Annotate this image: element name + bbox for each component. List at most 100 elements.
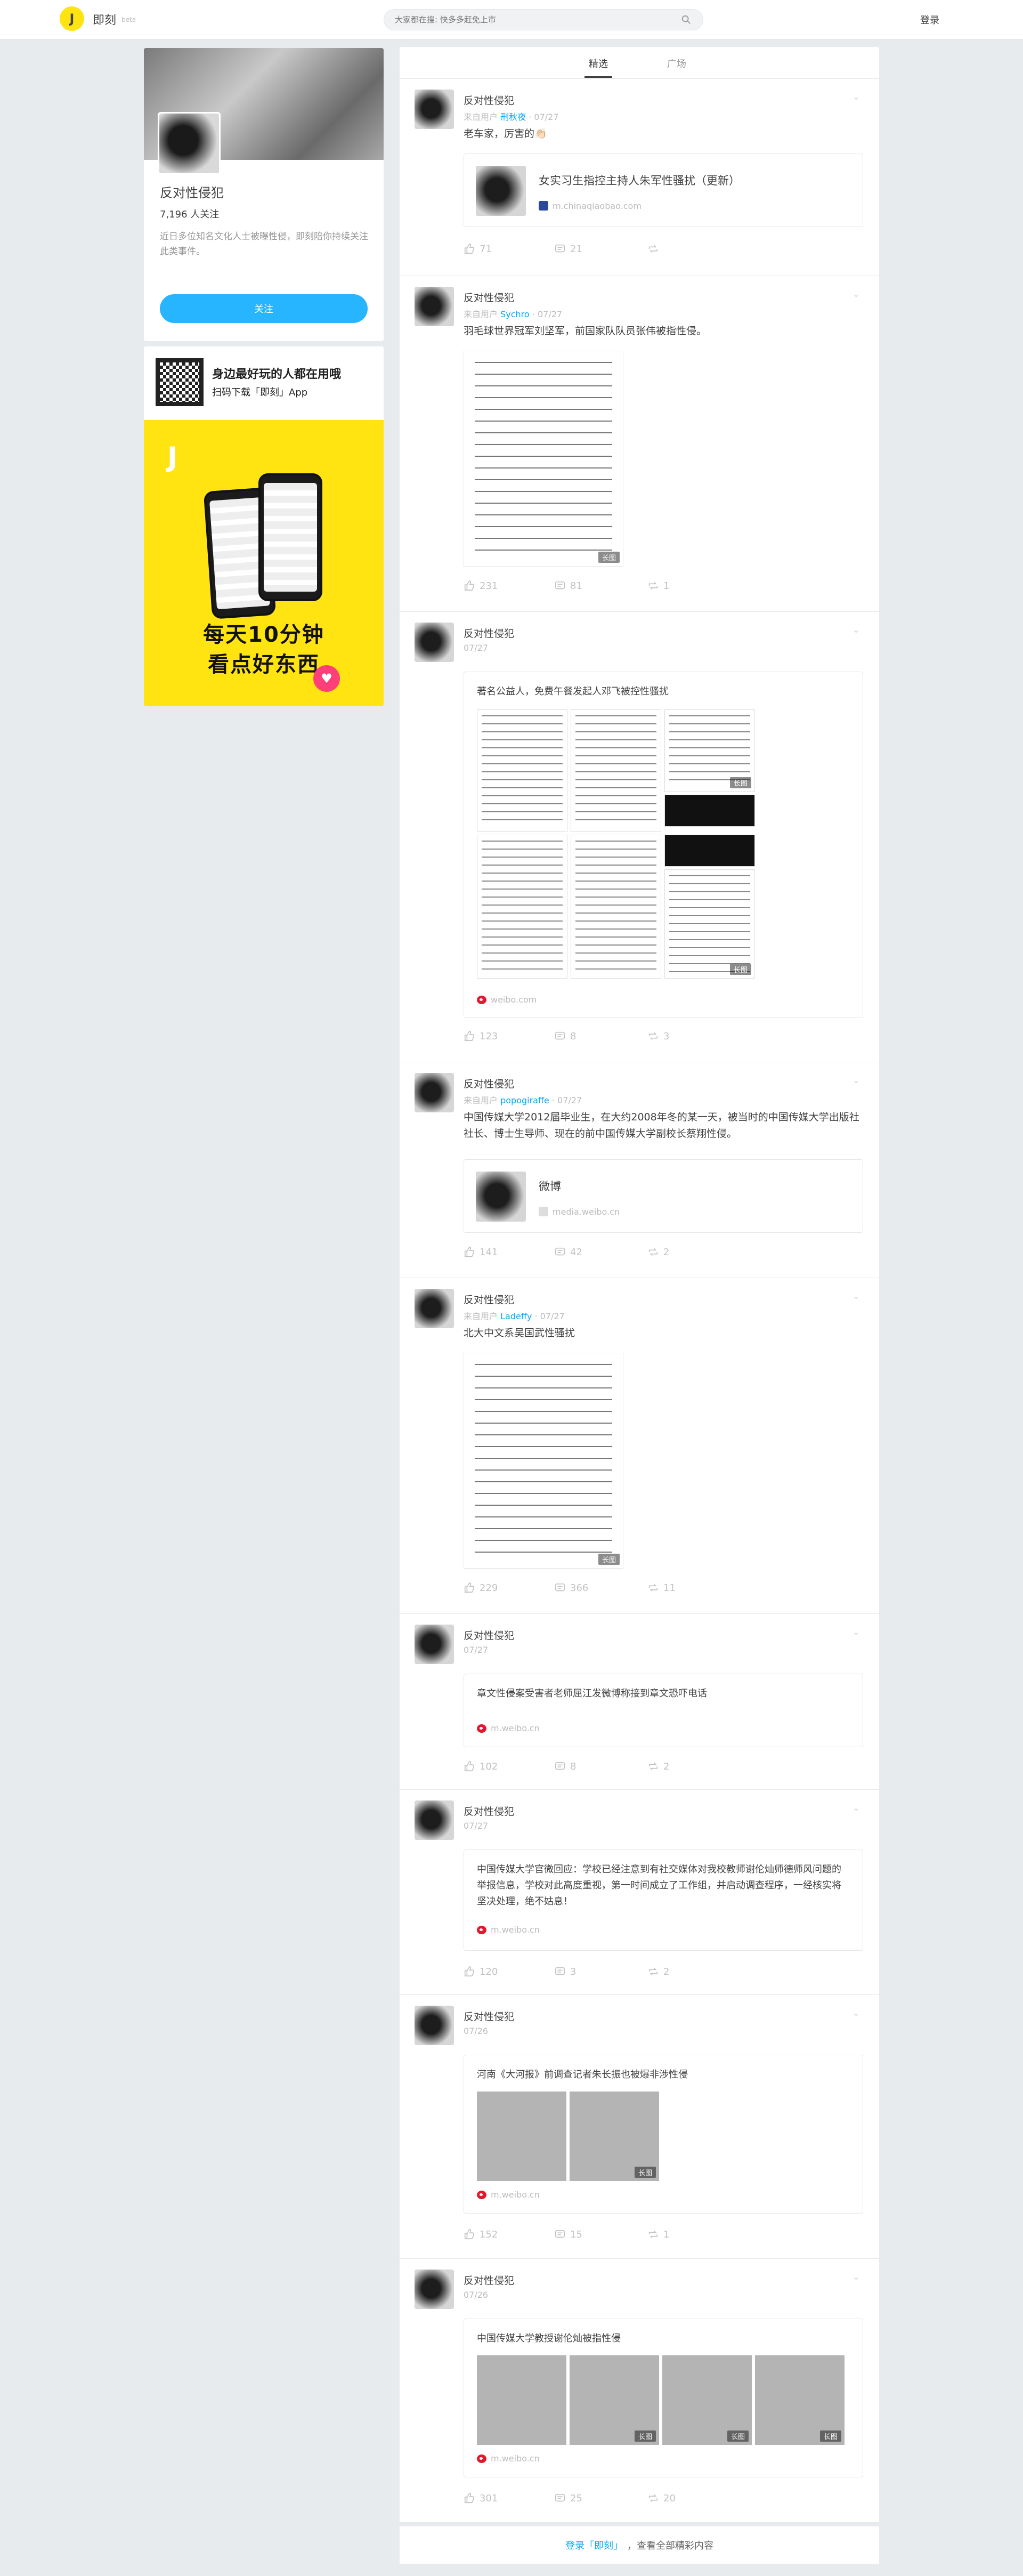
link-card[interactable]: 中国传媒大学教授谢伦灿被指性侵 长图 长图 长图 m.weibo.cn (464, 2319, 863, 2477)
link-card[interactable]: 中国传媒大学官微回应：学校已经注意到有社交媒体对我校教师谢伦灿师德师风问题的举报… (464, 1850, 863, 1951)
share-button[interactable]: 1 (647, 580, 669, 592)
comment-button[interactable]: 15 (554, 2228, 582, 2240)
like-button[interactable]: 231 (464, 580, 498, 592)
author-name[interactable]: 反对性侵犯 (464, 2273, 514, 2287)
repost-icon (648, 1248, 658, 1256)
search-icon[interactable] (681, 15, 691, 25)
comment-button[interactable]: 25 (554, 2492, 582, 2504)
search-input[interactable] (384, 10, 661, 30)
comment-button[interactable]: 81 (554, 580, 582, 592)
tab-featured[interactable]: 精选 (584, 56, 612, 78)
user-link[interactable]: Sychro (500, 309, 530, 319)
post-image[interactable]: 长图 (662, 2355, 752, 2445)
link-card[interactable]: 著名公益人，免费午餐发起人邓飞被控性骚扰 长图 长图 weibo.com (464, 672, 863, 1018)
chevron-down-icon[interactable]: ⌄ (852, 1291, 863, 1302)
author-avatar[interactable] (415, 2270, 454, 2309)
card-source: m.weibo.cn (477, 2453, 540, 2464)
card-text: 中国传媒大学教授谢伦灿被指性侵 (477, 2333, 621, 2344)
chevron-down-icon[interactable]: ⌄ (852, 2008, 863, 2018)
author-name[interactable]: 反对性侵犯 (464, 626, 514, 640)
comment-button[interactable]: 8 (554, 1761, 576, 1772)
author-name[interactable]: 反对性侵犯 (464, 93, 514, 107)
author-name[interactable]: 反对性侵犯 (464, 1292, 514, 1306)
post-image[interactable] (477, 2355, 566, 2445)
search-bar[interactable] (384, 9, 703, 30)
feed-post: 反对性侵犯 07/26 ⌄ 河南《大河报》前调查记者朱长振也被爆非涉性侵 长图 … (400, 1995, 879, 2259)
like-button[interactable]: 152 (464, 2228, 498, 2240)
share-button[interactable]: 2 (647, 1761, 669, 1772)
comment-button[interactable]: 21 (554, 243, 582, 255)
app-name[interactable]: 即刻 (93, 11, 116, 28)
chevron-down-icon[interactable]: ⌄ (852, 1803, 863, 1813)
author-avatar[interactable] (415, 1289, 454, 1328)
chevron-down-icon[interactable]: ⌄ (852, 92, 863, 102)
like-button[interactable]: 229 (464, 1582, 498, 1594)
chevron-down-icon[interactable]: ⌄ (852, 2272, 863, 2282)
site-icon (539, 201, 548, 211)
post-image[interactable]: 长图 (755, 2355, 845, 2445)
author-name[interactable]: 反对性侵犯 (464, 1076, 514, 1091)
chevron-down-icon[interactable]: ⌄ (852, 1075, 863, 1086)
user-link[interactable]: popogiraffe (500, 1095, 549, 1105)
jike-logo-icon[interactable]: J (60, 6, 84, 31)
author-avatar[interactable] (415, 623, 454, 662)
like-button[interactable]: 102 (464, 1761, 498, 1772)
author-name[interactable]: 反对性侵犯 (464, 290, 514, 304)
post-image[interactable]: 长图 (570, 2355, 659, 2445)
user-link[interactable]: Ladeffy (500, 1311, 532, 1321)
thumbs-up-icon (464, 580, 475, 591)
author-name[interactable]: 反对性侵犯 (464, 1628, 514, 1642)
post-image[interactable]: 长图 (570, 2092, 659, 2181)
app-download-ad[interactable]: 身边最好玩的人都在用哦 扫码下载「即刻」App J 每天10分钟 看点好东西 ♥ (144, 346, 384, 706)
post-actions: 301 25 20 (464, 2492, 762, 2508)
comment-button[interactable]: 42 (554, 1246, 582, 1258)
tab-square[interactable]: 广场 (667, 56, 686, 70)
link-card[interactable]: 河南《大河报》前调查记者朱长振也被爆非涉性侵 长图 m.weibo.cn (464, 2055, 863, 2214)
like-button[interactable]: 141 (464, 1246, 498, 1258)
author-avatar[interactable] (415, 1625, 454, 1664)
user-link[interactable]: 刑秋夜 (500, 112, 526, 122)
author-name[interactable]: 反对性侵犯 (464, 1804, 514, 1818)
share-button[interactable]: 2 (647, 1966, 669, 1977)
post-text: 中国传媒大学2012届毕业生，在大约2008年冬的某一天，被当时的中国传媒大学出… (464, 1111, 859, 1140)
login-button[interactable]: 登录 (920, 13, 939, 27)
login-link[interactable]: 登录「即刻」 (565, 2538, 623, 2552)
chevron-down-icon[interactable]: ⌄ (852, 625, 863, 635)
repost-icon (648, 1967, 658, 1976)
post-meta: 来自用户 popogiraffe · 07/27 (464, 1095, 582, 1105)
author-avatar[interactable] (415, 287, 454, 326)
like-button[interactable]: 123 (464, 1030, 498, 1042)
share-button[interactable]: 1 (647, 2228, 669, 2240)
author-avatar[interactable] (415, 90, 454, 129)
post-actions: 231 81 1 (464, 580, 762, 596)
link-card[interactable]: 微博 media.weibo.cn (464, 1159, 863, 1233)
chevron-down-icon[interactable]: ⌄ (852, 289, 863, 300)
link-card[interactable]: 女实习生指控主持人朱军性骚扰（更新） m.chinaqiaobao.com (464, 154, 863, 227)
author-avatar[interactable] (415, 2006, 454, 2045)
share-button[interactable]: 11 (647, 1582, 676, 1594)
comment-button[interactable]: 8 (554, 1030, 576, 1042)
login-prompt: 登录「即刻」 ，查看全部精彩内容 (400, 2526, 879, 2564)
weibo-icon (477, 1926, 486, 1934)
share-button[interactable]: 20 (647, 2492, 676, 2504)
comment-button[interactable]: 3 (554, 1966, 576, 1977)
follow-button[interactable]: 关注 (160, 294, 368, 323)
post-image[interactable] (477, 2092, 566, 2181)
like-button[interactable]: 120 (464, 1966, 498, 1977)
author-avatar[interactable] (415, 1800, 454, 1840)
author-name[interactable]: 反对性侵犯 (464, 2009, 514, 2023)
share-button[interactable]: 2 (647, 1246, 669, 1258)
link-source: media.weibo.cn (539, 1207, 620, 1217)
link-card[interactable]: 章文性侵案受害者老师屈江发微博称接到章文恐吓电话 m.weibo.cn (464, 1674, 863, 1747)
author-avatar[interactable] (415, 1073, 454, 1112)
chevron-down-icon[interactable]: ⌄ (852, 1627, 863, 1637)
thumbs-up-icon (464, 1966, 475, 1977)
comment-button[interactable]: 366 (554, 1582, 588, 1594)
post-image[interactable]: 长图 (464, 351, 623, 567)
share-button[interactable] (647, 243, 663, 255)
like-button[interactable]: 71 (464, 243, 492, 255)
post-image[interactable]: 长图 (464, 1353, 623, 1569)
long-image-badge: 长图 (598, 1554, 620, 1565)
like-button[interactable]: 301 (464, 2492, 498, 2504)
share-button[interactable]: 3 (647, 1030, 669, 1042)
